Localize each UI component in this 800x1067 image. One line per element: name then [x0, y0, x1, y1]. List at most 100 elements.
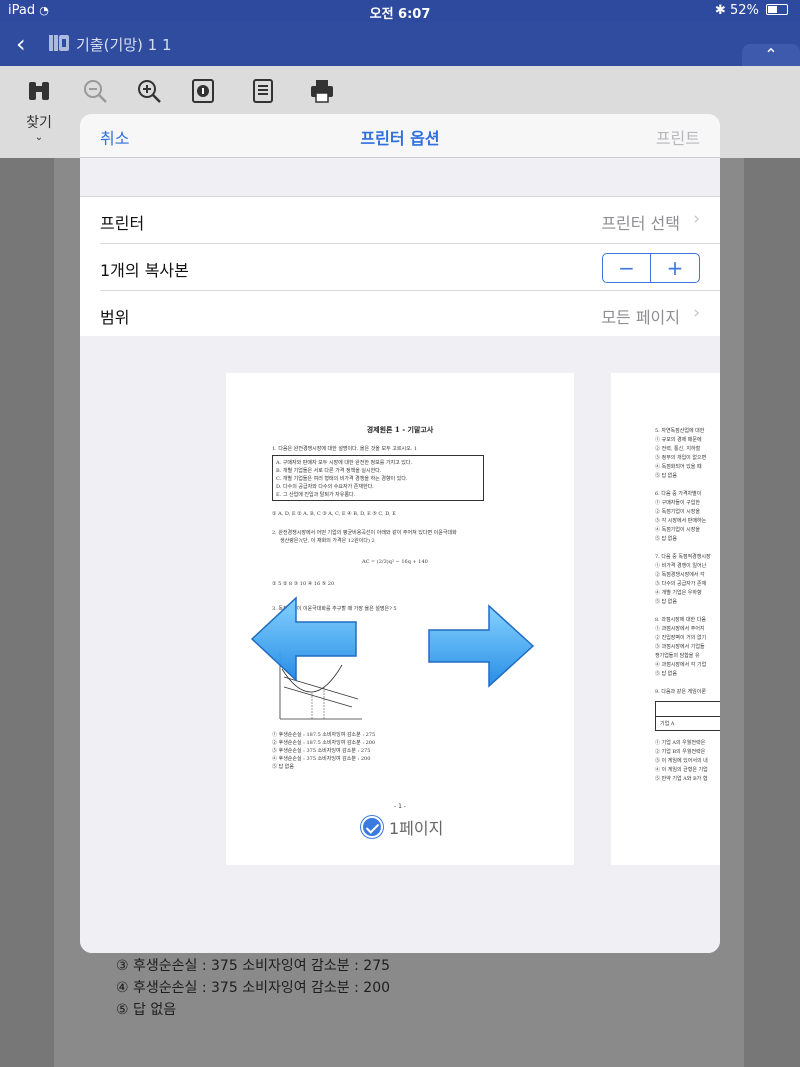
thumb-title: 경제원론 1 - 기말고사: [366, 425, 434, 434]
zoom-out-icon: [84, 80, 107, 103]
page2-line: ④ 독점기업이 시장을: [655, 527, 700, 533]
thumb-box-line: A. 구매자와 판매자 모두 시장에 대한 완전한 정보를 가지고 있다.: [276, 460, 413, 466]
nav-bar: ‹ 기출(기망) 1 1 ⌃: [0, 22, 800, 66]
arrow-left-icon: [250, 596, 357, 682]
print-confirm-button[interactable]: 프린트: [656, 125, 700, 149]
binoculars-icon: [29, 82, 49, 100]
page2-line: ③ 각 시장에서 판매하는: [655, 518, 707, 524]
page2-table-label: 기업 A: [660, 721, 675, 727]
battery-icon: [766, 4, 788, 15]
info-icon: [192, 79, 214, 103]
thumb-question: 1. 다음은 완전경쟁시장에 대한 설명이다. 옳은 것을 모두 고르시오. 1: [272, 446, 418, 452]
page2-line: ③ 이 게임에 있어서의 내: [655, 758, 708, 764]
document-line: ④ 후생순손실 : 375 소비자잉여 감소분 : 200: [116, 980, 391, 996]
decrement-button[interactable]: −: [603, 254, 652, 282]
thumb-options: ① 5 ② 8 ③ 10 ④ 16 ⑤ 20: [272, 581, 335, 587]
thumb-question: 2. 완전경쟁시장에서 어떤 기업의 평균비용곡선이 아래와 같이 주어져 있다…: [272, 530, 457, 536]
document-text: ③ 후생순손실 : 375 소비자잉여 감소분 : 275 ④ 후생순손실 : …: [116, 955, 390, 1021]
modal-title: 프린터 옵션: [360, 129, 440, 148]
back-chevron-icon[interactable]: ‹: [16, 30, 26, 58]
page-thumbnail-2[interactable]: 5. 자연독점산업에 대한 ① 규모의 경제 때문에 ② 전력, 통신, 지하철 ③ …: [611, 373, 720, 865]
page2-line: 쟁기업들의 담합을 유: [655, 653, 700, 659]
printer-icon: [311, 80, 333, 103]
page2-table: 기업 A: [655, 701, 720, 731]
range-label: 범위: [100, 308, 130, 327]
page2-line: 6. 다음 중 가격차별이: [655, 491, 702, 497]
thumb-box-line: D. 다수의 공급자와 다수의 수요자가 존재한다.: [276, 484, 374, 490]
page-preview-area[interactable]: 경제원론 1 - 기말고사 1. 다음은 완전경쟁시장에 대한 설명이다. 옳은…: [80, 336, 720, 953]
page2-line: ⑤ 만약 기업 A와 B가 협: [655, 776, 708, 782]
page2-line: ④ 이 게임의 균형은 기업: [655, 767, 708, 773]
page2-line: ② 기업 B의 우월전략은: [655, 749, 706, 755]
copies-label: 1개의 복사본: [100, 261, 189, 280]
zoom-in-icon: [138, 80, 161, 103]
find-label: 찾기: [26, 115, 52, 131]
print-button[interactable]: [309, 78, 335, 108]
chevron-right-icon: ›: [693, 303, 700, 323]
printer-row[interactable]: 프린터 프린터 선택 ›: [100, 197, 720, 244]
page2-line: ① 규모의 경제 때문에: [655, 437, 702, 443]
checkmark-icon: [361, 816, 383, 838]
info-button[interactable]: [190, 78, 216, 108]
page2-line: ③ 다수의 공급자가 존재: [655, 581, 707, 587]
find-button[interactable]: 찾기 ⌄: [26, 78, 52, 143]
page2-line: ⑤ 답 없음: [655, 473, 677, 479]
options-list: 프린터 프린터 선택 › 1개의 복사본 − + 범위 모든 페이지 ›: [80, 196, 720, 339]
status-right: ✱ 52%: [715, 3, 788, 18]
printer-value: 프린터 선택: [601, 214, 680, 233]
bluetooth-icon: ✱: [714, 3, 726, 18]
book-icon: [49, 35, 69, 51]
status-bar: iPad ◔ 오전 6:07 ✱ 52%: [0, 0, 800, 22]
document-line: ⑤ 답 없음: [116, 1002, 177, 1018]
zoom-out-button[interactable]: [82, 78, 108, 108]
thumb-answer-line: ③ 후생순손실 : 375 소비자잉여 감소분 : 275: [272, 748, 371, 754]
thumb-box-line: C. 개별 기업들은 여러 형태의 비가격 경쟁을 하는 경향이 있다.: [276, 476, 408, 482]
range-value: 모든 페이지: [601, 308, 680, 327]
document-line: ③ 후생순손실 : 375 소비자잉여 감소분 : 275: [116, 958, 391, 974]
page2-table-divider: [656, 716, 720, 717]
thumb-page-number: - 1 -: [394, 803, 406, 810]
page2-line: ⑤ 답 없음: [655, 536, 677, 542]
thumb-box-line: E. 그 산업에 진입과 탈퇴가 자유롭다.: [276, 492, 356, 498]
page2-line: ① 기업 A의 우월전략은: [655, 740, 706, 746]
thumb-question: 생산량은?(단, 이 재화의 가격은 12원이다) 2: [280, 538, 375, 544]
document-title: 기출(기망) 1 1: [76, 36, 172, 54]
page2-line: ④ 과점시장에서 각 기업: [655, 662, 707, 668]
printer-options-modal: 취소 프린터 옵션 프린트 프린터 프린터 선택 › 1개의 복사본 − + 범…: [80, 114, 720, 953]
page2-line: ② 전력, 통신, 지하철: [655, 446, 701, 452]
battery-fill: [768, 6, 777, 13]
thumb-answer-line: ⑤ 답 없음: [272, 764, 294, 770]
page2-line: ③ 과점시장에서 기업들: [655, 644, 705, 650]
printer-label: 프린터: [100, 214, 145, 233]
arrow-right-icon: [428, 604, 535, 688]
page2-line: 7. 다음 중 독점적경쟁시장: [655, 554, 711, 560]
page2-line: ② 독점기업이 시장을: [655, 509, 700, 515]
chevron-up-icon: ⌃: [764, 45, 778, 64]
chevron-right-icon: ›: [693, 209, 700, 229]
collapse-toolbar-button[interactable]: ⌃: [742, 44, 800, 66]
page-button[interactable]: [250, 78, 276, 108]
document-icon: [253, 79, 273, 103]
copies-stepper: − +: [602, 253, 700, 283]
thumb-answer-line: ① 후생순손실 : 187.5 소비자잉여 감소분 : 275: [272, 732, 376, 738]
page2-line: ⑤ 답 없음: [655, 671, 677, 677]
thumb-answer-line: ② 후생순손실 : 187.5 소비자잉여 감소분 : 200: [272, 740, 376, 746]
status-time: 오전 6:07: [369, 7, 431, 22]
increment-button[interactable]: +: [651, 254, 699, 282]
page2-line: 8. 과점시장에 대한 다음: [655, 617, 706, 623]
page-select-toggle[interactable]: 1페이지: [361, 815, 443, 839]
page2-line: ② 독점경쟁시장에서 각: [655, 572, 705, 578]
page2-line: ① 과점시장에서 주어지: [655, 626, 705, 632]
battery-percent: 52%: [729, 3, 759, 18]
zoom-in-button[interactable]: [136, 78, 162, 108]
page2-line: ① 비가격 경쟁이 일어난: [655, 563, 707, 569]
thumb-answer-line: ④ 후생순손실 : 375 소비자잉여 감소분 : 200: [272, 756, 371, 762]
page2-line: ③ 정부의 개입이 없으면: [655, 455, 707, 461]
page2-line: ④ 개별 기업은 우하향: [655, 590, 702, 596]
copies-row: 1개의 복사본 − +: [100, 244, 720, 291]
page2-line: 9. 다음과 같은 게임이론: [655, 689, 706, 695]
thumb-options: ① A, D, E ② A, B, C ③ A, C, E ④ B, D, E …: [272, 511, 396, 517]
page2-line: ⑤ 답 없음: [655, 599, 677, 605]
range-row[interactable]: 범위 모든 페이지 ›: [100, 291, 720, 338]
thumb-box-line: B. 개별 기업들은 서로 다른 가격 정책을 실시한다.: [276, 468, 382, 474]
